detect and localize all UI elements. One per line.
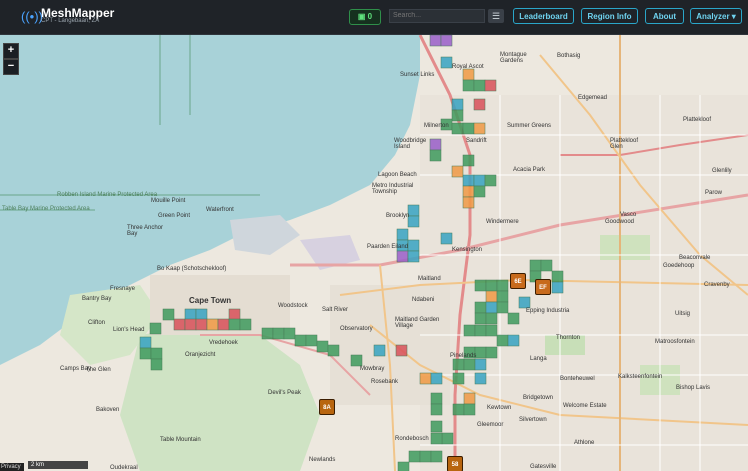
place-label: Bishop Lavis xyxy=(676,385,711,391)
place-label: Paarden Eiland xyxy=(367,244,409,250)
place-label: Glenlily xyxy=(712,168,732,174)
counter-value: 0 xyxy=(367,12,373,21)
place-label: Sandrift xyxy=(466,138,487,144)
broadcast-icon: ((•)) xyxy=(21,9,43,24)
place-label: Gleemoor xyxy=(477,422,504,428)
place-label: Waterfront xyxy=(206,207,234,213)
place-label: Uitsig xyxy=(675,311,691,317)
place-label: Bantry Bay xyxy=(82,296,112,302)
place-label: Newlands xyxy=(309,457,336,463)
place-label: Athlone xyxy=(574,440,595,446)
place-label: Goodwood xyxy=(605,219,635,225)
place-label: Salt River xyxy=(322,307,349,313)
place-label: Vredehoek xyxy=(209,340,238,346)
place-label: Robben Island Marine Protected Area xyxy=(57,192,158,198)
place-label: Milnerton xyxy=(424,123,449,129)
place-label: Woodstock xyxy=(278,303,308,309)
place-label: Table Mountain xyxy=(160,437,201,443)
place-label: Edgemead xyxy=(578,95,608,101)
place-label: Bothasig xyxy=(557,53,581,59)
place-label: Bridgetown xyxy=(523,395,554,401)
place-label: Maitland Garden Village xyxy=(395,317,440,329)
place-label: Maitland xyxy=(418,276,441,282)
place-label: Windermere xyxy=(486,219,519,225)
place-label: Kewtown xyxy=(487,405,512,411)
place-label: Metro Industrial Township xyxy=(372,183,414,195)
place-label: Sunset Links xyxy=(400,72,435,78)
place-label: Bonteheuwel xyxy=(560,376,595,382)
place-label: Devil's Peak xyxy=(268,390,301,396)
place-label: Oranjezicht xyxy=(185,352,216,358)
place-label: Pinelands xyxy=(450,353,477,359)
place-label: Bo Kaap (Schotschekloof) xyxy=(157,266,227,272)
place-label: Mouille Point xyxy=(151,198,186,204)
place-label: Lagoon Beach xyxy=(378,172,417,178)
place-label: Beaconvale xyxy=(679,255,711,261)
place-label: Langa xyxy=(530,356,547,362)
place-label: Plattekloof xyxy=(683,117,712,123)
place-label: Kensington xyxy=(452,247,483,253)
sliders-icon: ☰ xyxy=(491,11,501,21)
place-label: Lion's Head xyxy=(113,327,145,333)
place-label: Brooklyn xyxy=(386,213,410,219)
place-label: Thornton xyxy=(556,335,581,341)
place-label: Gatesville xyxy=(530,464,557,470)
place-label: Kalksteenfontein xyxy=(618,374,663,380)
place-label: Royal Ascot xyxy=(452,64,484,70)
place-label: Rondebosch xyxy=(395,436,429,442)
place-label: Mowbray xyxy=(360,366,385,372)
place-label: Plattekloof Glen xyxy=(610,138,639,150)
place-label: Clifton xyxy=(88,320,106,326)
radio-icon: ▣ xyxy=(357,12,366,21)
place-label: Woodbridge Island xyxy=(394,138,427,150)
place-label: Three Anchor Bay xyxy=(127,225,164,237)
coverage-overlay xyxy=(139,35,564,471)
app-subtitle: CPT - Langebaan, ZA xyxy=(41,18,100,24)
place-label: Oudekraal xyxy=(110,465,138,471)
place-label: Epping Industria xyxy=(526,308,570,314)
place-label: Green Point xyxy=(158,213,191,219)
leaderboard-button[interactable]: Leaderboard xyxy=(513,8,574,24)
place-label: Vasco xyxy=(620,212,637,218)
search-input[interactable] xyxy=(389,9,485,23)
node-counter-button[interactable]: ▣ 0 xyxy=(349,9,381,25)
scale-bar: 2 km xyxy=(28,461,88,469)
place-label: Rosebank xyxy=(371,379,399,385)
repeater-node-marker[interactable]: 58 xyxy=(447,456,463,471)
about-button[interactable]: About xyxy=(645,8,684,24)
analyzer-dropdown-button[interactable]: Analyzer ▾ xyxy=(690,8,742,24)
place-label: Bakoven xyxy=(96,407,120,413)
place-label: Summer Greens xyxy=(507,123,552,129)
place-label: Silvertown xyxy=(519,417,547,423)
repeater-node-marker[interactable]: 8A xyxy=(319,399,335,415)
zoom-out-button[interactable]: − xyxy=(3,59,19,75)
repeater-node-marker[interactable]: 6E xyxy=(510,273,526,289)
map-view[interactable]: Sunset Links Royal Ascot Montague Garden… xyxy=(0,35,748,471)
filter-settings-button[interactable]: ☰ xyxy=(488,9,504,23)
privacy-link[interactable]: Privacy xyxy=(0,463,24,471)
place-label: Montague Gardens xyxy=(500,52,527,64)
place-label: Table Bay Marine Protected Area xyxy=(2,206,90,212)
place-label: Parow xyxy=(705,190,723,196)
place-label: Fresnaye xyxy=(110,286,136,292)
place-label: Welcome Estate xyxy=(563,403,607,409)
zoom-in-button[interactable]: + xyxy=(3,43,19,59)
place-label: Cravenby xyxy=(704,282,730,288)
place-label: The Glen xyxy=(86,367,111,373)
place-label: Cape Town xyxy=(189,296,232,305)
place-label: Ndabeni xyxy=(412,297,435,303)
place-label: Matroosfontein xyxy=(655,339,695,345)
repeater-node-marker[interactable]: EF xyxy=(535,279,551,295)
place-label: Observatory xyxy=(340,326,373,332)
region-info-button[interactable]: Region Info xyxy=(581,8,638,24)
place-label: Goedehoop xyxy=(663,263,695,269)
top-navbar: ((•)) MeshMapper CPT - Langebaan, ZA ▣ 0… xyxy=(0,0,748,35)
place-label: Acacia Park xyxy=(513,167,546,173)
